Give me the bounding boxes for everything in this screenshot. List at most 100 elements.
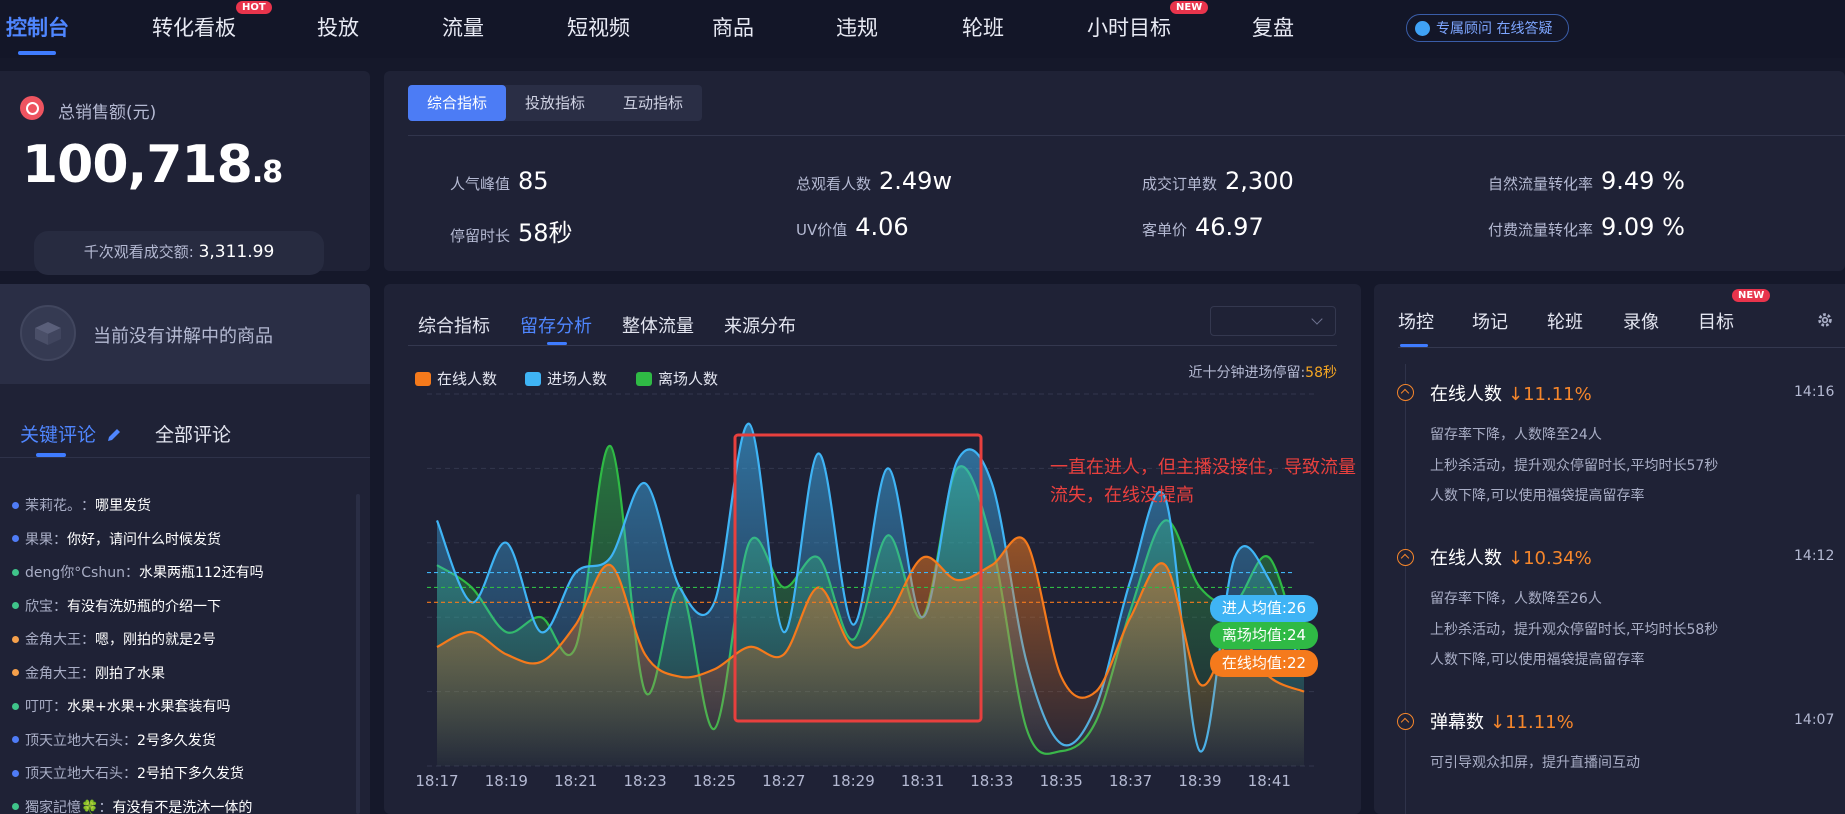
x-tick-label: 18:17 bbox=[415, 772, 458, 790]
metric-orders: 成交订单数 2,300 bbox=[1142, 167, 1294, 195]
tab-key-comments-label: 关键评论 bbox=[20, 424, 97, 446]
comment-item[interactable]: 顶天立地大石头： 2号拍下多久发货 bbox=[12, 763, 244, 783]
comment-user: 顶天立地大石头 bbox=[25, 732, 123, 749]
event-line: 上秒杀活动，提升观众停留时长,平均时长58秒 bbox=[1430, 622, 1719, 638]
event-change: ↓11.11% bbox=[1508, 384, 1592, 405]
annotation-line-1: 一直在进人，但主播没接住，导致流量 bbox=[1050, 457, 1356, 478]
tab-field-control[interactable]: 场控 bbox=[1398, 308, 1434, 334]
retention-chart: 进人均值:26 离场均值:24 在线均值:22 一直在进人，但主播没接住，导致流量流失… bbox=[415, 393, 1356, 790]
x-tick-label: 18:27 bbox=[762, 772, 805, 790]
comment-dot bbox=[12, 535, 19, 542]
pencil-icon bbox=[108, 429, 121, 441]
metric-value: 2,300 bbox=[1225, 167, 1294, 195]
event-metric: 在线人数 bbox=[1430, 384, 1502, 405]
comment-separator: ： bbox=[98, 799, 113, 814]
empty-box-icon bbox=[20, 305, 76, 361]
advisor-button[interactable]: 专属顾问 在线答疑 bbox=[1406, 14, 1569, 42]
sales-value-int: 100,718 bbox=[22, 135, 253, 195]
x-tick-label: 18:41 bbox=[1248, 772, 1291, 790]
x-tick-label: 18:35 bbox=[1040, 772, 1083, 790]
comment-separator: ： bbox=[81, 665, 95, 682]
comment-item[interactable]: 金角大王：嗯，刚拍的就是2号 bbox=[12, 629, 216, 649]
comment-text: 2号拍下多久发货 bbox=[137, 766, 244, 782]
nav-item-console[interactable]: 控制台 bbox=[6, 12, 69, 42]
tab-field-notes[interactable]: 场记 bbox=[1472, 308, 1508, 334]
tab-key-comments[interactable]: 关键评论 bbox=[20, 420, 122, 447]
advisor-label: 专属顾问 在线答疑 bbox=[1436, 21, 1553, 37]
tab-shifts[interactable]: 轮班 bbox=[1547, 308, 1583, 334]
event-line: 留存率下降，人数降至24人 bbox=[1430, 427, 1602, 443]
timeline-line bbox=[1405, 364, 1406, 814]
x-tick-label: 18:31 bbox=[901, 772, 944, 790]
comment-dot bbox=[12, 635, 19, 643]
nav-item-shifts[interactable]: 轮班 bbox=[962, 12, 1004, 42]
nav-item-ads[interactable]: 投放 bbox=[317, 12, 359, 42]
comment-dot bbox=[12, 803, 19, 810]
collapse-icon[interactable] bbox=[1397, 549, 1414, 566]
comment-dot bbox=[12, 702, 19, 710]
nav-item-traffic[interactable]: 流量 bbox=[442, 12, 484, 42]
comment-item[interactable]: 果果：你好，请问什么时候发货 bbox=[12, 529, 221, 549]
x-tick-label: 18:37 bbox=[1109, 772, 1152, 790]
comments-panel: 关键评论 全部评论 茉莉花。：哪里发货果果：你好，请问什么时候发货 deng你°C… bbox=[0, 384, 370, 814]
tab-overall-indicators[interactable]: 综合指标 bbox=[408, 85, 507, 121]
comment-text: 有没有不是洗沐一体的 bbox=[112, 799, 253, 814]
comment-dot bbox=[12, 602, 19, 609]
comment-item[interactable]: 茉莉花。：哪里发货 bbox=[12, 495, 151, 515]
x-tick-label: 18:29 bbox=[832, 772, 875, 790]
comment-user: deng你°Cshun bbox=[25, 565, 125, 581]
comment-item[interactable]: 叮叮：水果+水果+水果套装有吗 bbox=[12, 696, 230, 716]
x-tick-label: 18:21 bbox=[554, 772, 597, 790]
comment-text: 刚拍了水果 bbox=[95, 665, 165, 682]
comment-item[interactable]: 欣宝：有没有洗奶瓶的介绍一下 bbox=[12, 596, 221, 616]
comment-text: 水果+水果+水果套装有吗 bbox=[67, 699, 231, 715]
metric-label: 成交订单数 bbox=[1142, 175, 1218, 193]
comment-dot bbox=[12, 568, 19, 576]
nav-item-hourly-target[interactable]: 小时目标 bbox=[1087, 12, 1171, 42]
metric-paid-conversion: 付费流量转化率 9.09 % bbox=[1488, 213, 1685, 241]
indicators-panel: 综合指标 投放指标 互动指标 人气峰值 85 总观看人数 2.49w 成交订单数 2,… bbox=[384, 71, 1845, 271]
comment-user: 叮叮 bbox=[25, 699, 53, 715]
indicator-tabs: 综合指标 投放指标 互动指标 bbox=[408, 85, 703, 121]
collapse-icon[interactable] bbox=[1397, 384, 1414, 401]
nav-item-conversion-board[interactable]: 转化看板 bbox=[152, 12, 236, 42]
nav-item-review[interactable]: 复盘 bbox=[1252, 12, 1294, 42]
tab-target[interactable]: 目标 bbox=[1698, 308, 1734, 334]
top-nav: 控制台 转化看板 HOT 投放 流量 短视频 商品 违规 轮班 小时目标 NEW… bbox=[0, 0, 1845, 58]
tab-ad-indicators[interactable]: 投放指标 bbox=[506, 85, 604, 121]
collapse-icon[interactable] bbox=[1397, 713, 1414, 730]
comment-dot bbox=[12, 669, 19, 676]
event-change: ↓11.11% bbox=[1490, 712, 1574, 733]
event-time: 14:07 bbox=[1794, 712, 1835, 728]
comment-separator: ： bbox=[53, 699, 67, 715]
comment-item[interactable]: 金角大王：刚拍了水果 bbox=[12, 663, 165, 683]
event-line: 人数下降,可以使用福袋提高留存率 bbox=[1430, 488, 1645, 504]
x-tick-label: 18:19 bbox=[485, 772, 528, 790]
nav-item-products[interactable]: 商品 bbox=[712, 12, 754, 42]
tab-interaction-indicators[interactable]: 互动指标 bbox=[604, 85, 702, 121]
comment-text: 嗯，刚拍的就是2号 bbox=[95, 632, 216, 648]
comment-item[interactable]: 獨家記憶🍀：有没有不是洗沐一体的 bbox=[12, 797, 252, 814]
comment-item[interactable]: deng你°Cshun：水果两瓶112还有吗 bbox=[12, 562, 264, 582]
sales-value: 100,718.8 bbox=[22, 135, 283, 195]
metric-value: 9.09 % bbox=[1601, 213, 1685, 241]
comment-text: 哪里发货 bbox=[95, 498, 151, 514]
comments-scrollbar[interactable] bbox=[356, 494, 360, 814]
sales-value-decimal: .8 bbox=[251, 155, 283, 190]
comment-dot bbox=[12, 769, 19, 777]
event-metric: 在线人数 bbox=[1430, 548, 1502, 569]
tab-all-comments[interactable]: 全部评论 bbox=[155, 420, 231, 447]
nav-item-short-video[interactable]: 短视频 bbox=[567, 12, 630, 42]
event-line: 可引导观众扣屏，提升直播间互动 bbox=[1430, 755, 1640, 771]
comment-dot bbox=[12, 501, 19, 509]
comment-item[interactable]: 顶天立地大石头： 2号多久发货 bbox=[12, 730, 216, 750]
comment-separator: ： bbox=[53, 531, 67, 548]
nav-item-violations[interactable]: 违规 bbox=[836, 12, 878, 42]
metric-label: UV价值 bbox=[796, 221, 848, 239]
new-badge: NEW bbox=[1732, 289, 1771, 302]
comment-separator: ： bbox=[123, 732, 137, 749]
x-tick-label: 18:25 bbox=[693, 772, 736, 790]
tab-recording[interactable]: 录像 bbox=[1623, 308, 1659, 334]
comment-separator: ： bbox=[124, 565, 139, 581]
gear-icon[interactable] bbox=[1816, 311, 1834, 329]
